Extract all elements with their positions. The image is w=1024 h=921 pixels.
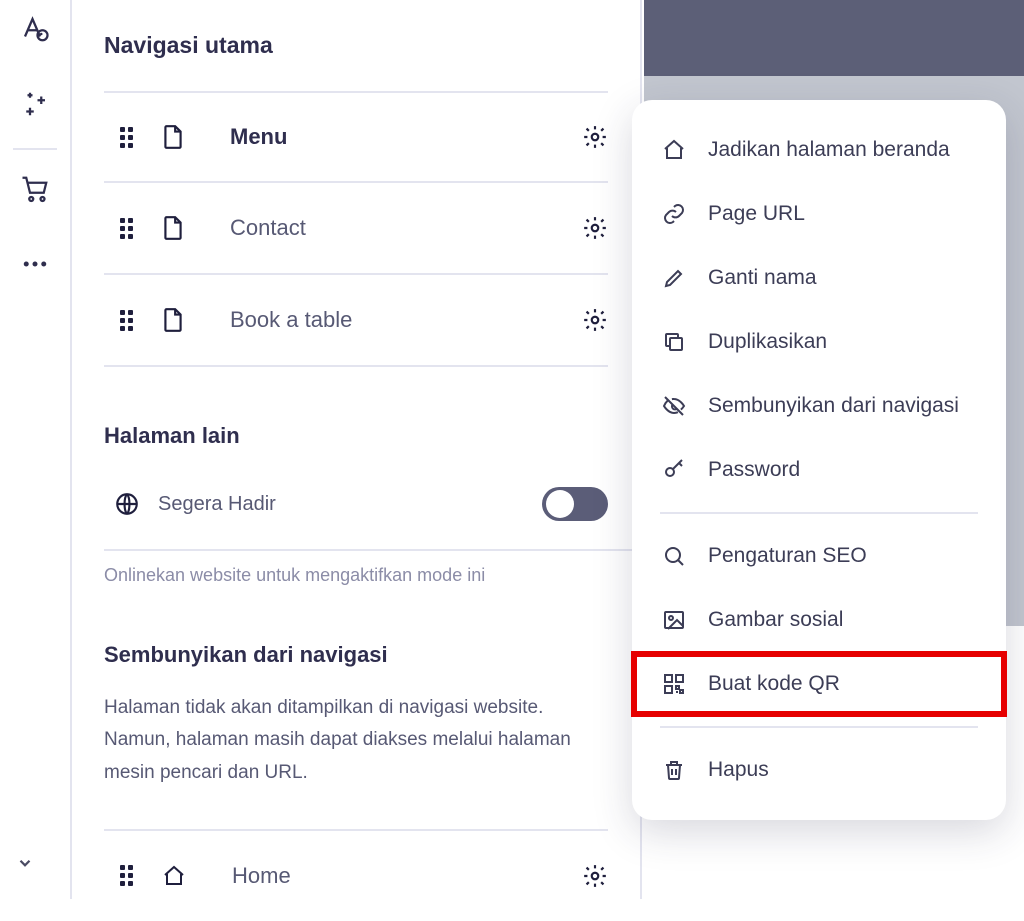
menu-item-page-url[interactable]: Page URL [632,182,1006,246]
page-settings-button[interactable] [582,863,608,889]
nav-page-row[interactable]: Home [104,829,608,921]
key-icon [662,458,686,482]
menu-item-set-home[interactable]: Jadikan halaman beranda [632,118,1006,182]
menu-separator [660,512,978,514]
coming-soon-row: Segera Hadir [104,473,640,551]
page-icon [162,215,184,241]
coming-soon-label: Segera Hadir [158,493,276,516]
pages-panel: Navigasi utama Menu Contact Book a table [72,0,642,899]
coming-soon-note: Onlinekan website untuk mengaktifkan mod… [104,565,640,586]
more-icon[interactable] [20,249,50,284]
menu-item-label: Pengaturan SEO [708,544,867,568]
chevron-down-icon[interactable] [16,854,34,877]
page-settings-button[interactable] [582,124,608,150]
page-icon [162,307,184,333]
copy-icon [662,330,686,354]
coming-soon-toggle[interactable] [542,487,608,521]
icon-rail [0,0,72,899]
nav-page-row[interactable]: Menu [104,91,608,183]
menu-item-label: Page URL [708,202,805,226]
globe-icon [114,491,140,517]
home-icon [162,864,186,888]
menu-item-label: Sembunyikan dari navigasi [708,394,959,418]
hidden-nav-list: Home [104,829,640,921]
other-pages-title: Halaman lain [104,423,640,449]
hidden-nav-desc: Halaman tidak akan ditampilkan di naviga… [104,692,584,789]
theme-icon[interactable] [20,14,50,49]
hidden-nav-title: Sembunyikan dari navigasi [104,642,640,668]
drag-handle-icon[interactable] [120,310,136,331]
pencil-icon [662,266,686,290]
menu-item-label: Gambar sosial [708,608,843,632]
rail-divider [13,148,57,150]
nav-page-label: Contact [210,215,556,241]
menu-item-rename[interactable]: Ganti nama [632,246,1006,310]
eye-off-icon [662,394,686,418]
page-icon [162,124,184,150]
qr-icon [662,672,686,696]
page-context-menu: Jadikan halaman beranda Page URL Ganti nam… [632,100,1006,820]
nav-page-row[interactable]: Book a table [104,275,608,367]
nav-page-row[interactable]: Contact [104,183,608,275]
menu-item-label: Buat kode QR [708,672,840,696]
menu-item-label: Password [708,458,800,482]
menu-item-label: Ganti nama [708,266,817,290]
menu-item-label: Duplikasikan [708,330,827,354]
nav-page-label: Home [212,863,556,889]
menu-item-password[interactable]: Password [632,438,1006,502]
menu-item-duplicate[interactable]: Duplikasikan [632,310,1006,374]
trash-icon [662,758,686,782]
menu-item-delete[interactable]: Hapus [632,738,1006,802]
page-settings-button[interactable] [582,215,608,241]
home-icon [662,138,686,162]
page-settings-button[interactable] [582,307,608,333]
menu-separator [660,726,978,728]
link-icon [662,202,686,226]
nav-page-label: Book a table [210,307,556,333]
search-icon [662,544,686,568]
menu-item-label: Hapus [708,758,769,782]
menu-item-social-img[interactable]: Gambar sosial [632,588,1006,652]
sparkle-icon[interactable] [20,89,50,124]
main-nav-list: Menu Contact Book a table [104,91,640,367]
drag-handle-icon[interactable] [120,218,136,239]
menu-item-hide-nav[interactable]: Sembunyikan dari navigasi [632,374,1006,438]
menu-item-label: Jadikan halaman beranda [708,138,950,162]
main-nav-title: Navigasi utama [104,32,640,59]
menu-item-seo[interactable]: Pengaturan SEO [632,524,1006,588]
drag-handle-icon[interactable] [120,865,136,886]
cart-icon[interactable] [20,174,50,209]
menu-item-qr[interactable]: Buat kode QR [632,652,1006,716]
nav-page-label: Menu [210,124,556,150]
image-icon [662,608,686,632]
drag-handle-icon[interactable] [120,127,136,148]
